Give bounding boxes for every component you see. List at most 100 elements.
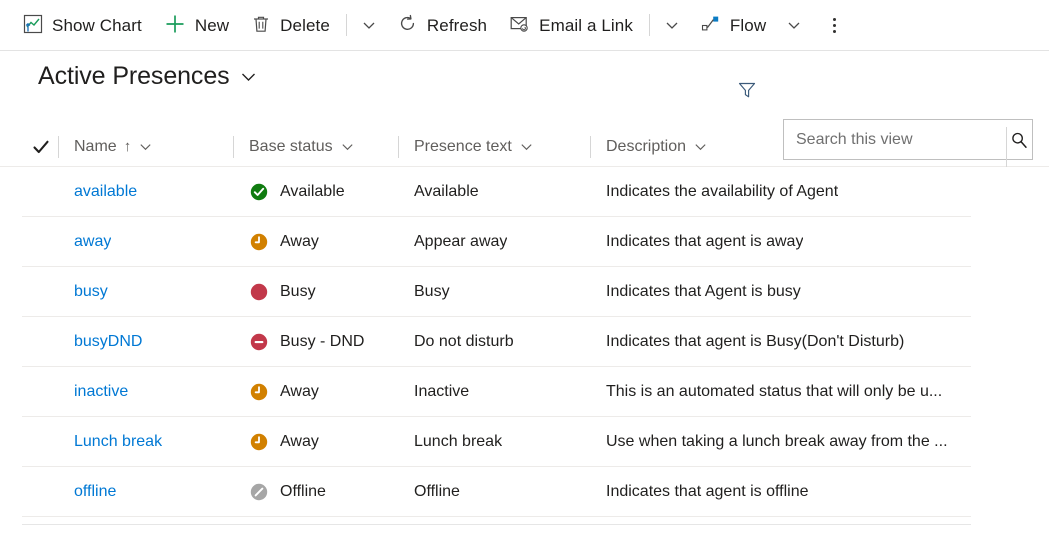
sort-ascending-icon: ↑ [123,138,132,155]
description-label: Indicates the availability of Agent [606,183,839,200]
cell-base-status: Offline [233,467,398,517]
table-row[interactable]: available Available Available Indicates … [0,167,1049,217]
email-a-link-label: Email a Link [539,15,633,35]
cell-name: offline [58,467,233,517]
chevron-down-icon[interactable] [340,139,355,154]
description-label: Indicates that agent is away [606,233,804,250]
refresh-button[interactable]: Refresh [386,5,498,45]
chevron-down-icon[interactable] [693,139,708,154]
cell-presence-text: Offline [398,467,590,517]
email-a-link-button[interactable]: Email a Link [498,5,644,45]
row-select-checkbox[interactable] [22,217,58,267]
cell-base-status: Away [233,217,398,267]
cell-presence-text: Lunch break [398,417,590,467]
row-name-link[interactable]: away [74,233,111,251]
chevron-down-icon[interactable] [519,139,534,154]
presence-text-label: Lunch break [414,433,503,450]
envelope-link-icon [509,13,530,37]
cell-base-status: Busy [233,267,398,317]
flow-button[interactable]: Flow [689,5,777,45]
row-select-checkbox[interactable] [22,167,58,217]
cell-base-status: Away [233,367,398,417]
base-status-label: Busy [280,283,316,300]
table-row[interactable]: Lunch break Away Lunch break Use when ta… [0,417,1049,467]
view-selector[interactable]: Active Presences [38,62,258,91]
row-name-link[interactable]: Lunch break [74,433,162,451]
column-header-name[interactable]: Name ↑ [58,127,233,167]
away-clock-icon [250,233,268,251]
delete-overflow-chevron[interactable] [352,6,386,44]
presence-text-label: Offline [414,483,460,500]
table-row[interactable]: busyDND Busy - DND Do not disturb Indica… [0,317,1049,367]
table-row[interactable]: offline Offline Offline Indicates that a… [0,467,1049,517]
row-select-checkbox[interactable] [22,417,58,467]
column-header-presence-text[interactable]: Presence text [398,127,590,167]
plus-icon [164,13,186,38]
cell-description: Indicates that agent is away [590,217,1006,267]
delete-button[interactable]: Delete [240,5,341,45]
description-label: Use when taking a lunch break away from … [606,433,948,450]
refresh-icon [397,13,418,37]
available-check-icon [250,183,268,201]
grid-bottom-divider [22,524,971,525]
cell-name: available [58,167,233,217]
flow-chevron[interactable] [777,6,811,44]
table-row[interactable]: away Away Appear away Indicates that age… [0,217,1049,267]
row-select-checkbox[interactable] [22,317,58,367]
table-row[interactable]: busy Busy Busy Indicates that Agent is b… [0,267,1049,317]
new-button[interactable]: New [153,5,240,45]
row-select-checkbox[interactable] [22,367,58,417]
view-page: Show Chart New Delete Refresh Email a Li… [0,0,1049,556]
cell-description: Indicates the availability of Agent [590,167,1006,217]
chart-icon [23,14,43,37]
cell-name: busyDND [58,317,233,367]
column-header-base-status-label: Base status [249,137,333,155]
busy-circle-icon [250,283,268,301]
presence-text-label: Inactive [414,383,470,400]
cell-description: Use when taking a lunch break away from … [590,417,1006,467]
column-header-description[interactable]: Description [590,127,1006,167]
cell-description: This is an automated status that will on… [590,367,1006,417]
row-name-link[interactable]: inactive [74,383,128,401]
cell-description: Indicates that agent is Busy(Don't Distu… [590,317,1006,367]
show-chart-button[interactable]: Show Chart [12,5,153,45]
cell-presence-text: Inactive [398,367,590,417]
table-row[interactable]: inactive Away Inactive This is an automa… [0,367,1049,417]
base-status-label: Offline [280,483,326,500]
description-label: Indicates that agent is Busy(Don't Distu… [606,333,905,350]
data-grid: Name ↑ Base status Presence text Descrip… [0,126,1049,517]
row-name-link[interactable]: busyDND [74,333,142,351]
chevron-down-icon [666,22,678,29]
email-overflow-chevron[interactable] [655,6,689,44]
column-header-name-label: Name [74,137,117,155]
trash-icon [251,14,271,37]
command-divider [345,14,347,36]
delete-label: Delete [280,15,330,35]
column-header-base-status[interactable]: Base status [233,127,398,167]
cell-name: Lunch break [58,417,233,467]
offline-slash-icon [250,483,268,501]
show-chart-label: Show Chart [52,15,142,35]
row-select-checkbox[interactable] [22,267,58,317]
page-title: Active Presences [38,62,230,90]
row-select-checkbox[interactable] [22,467,58,517]
row-name-link[interactable]: offline [74,483,116,501]
more-commands-button[interactable] [817,6,851,44]
overflow-ellipsis-icon [832,17,836,33]
filter-button[interactable] [731,74,763,106]
row-name-link[interactable]: busy [74,283,108,301]
cell-presence-text: Appear away [398,217,590,267]
cell-base-status: Busy - DND [233,317,398,367]
flow-label: Flow [729,15,767,35]
base-status-label: Away [280,433,319,450]
cell-description: Indicates that Agent is busy [590,267,1006,317]
grid-header-row: Name ↑ Base status Presence text Descrip… [0,126,1049,167]
row-name-link[interactable]: available [74,183,137,201]
description-label: Indicates that agent is offline [606,483,809,500]
chevron-down-icon[interactable] [138,139,153,154]
select-all-checkbox[interactable] [22,138,58,156]
base-status-label: Away [280,233,319,250]
column-header-end-divider [1006,126,1007,167]
description-label: This is an automated status that will on… [606,383,943,400]
cell-presence-text: Busy [398,267,590,317]
